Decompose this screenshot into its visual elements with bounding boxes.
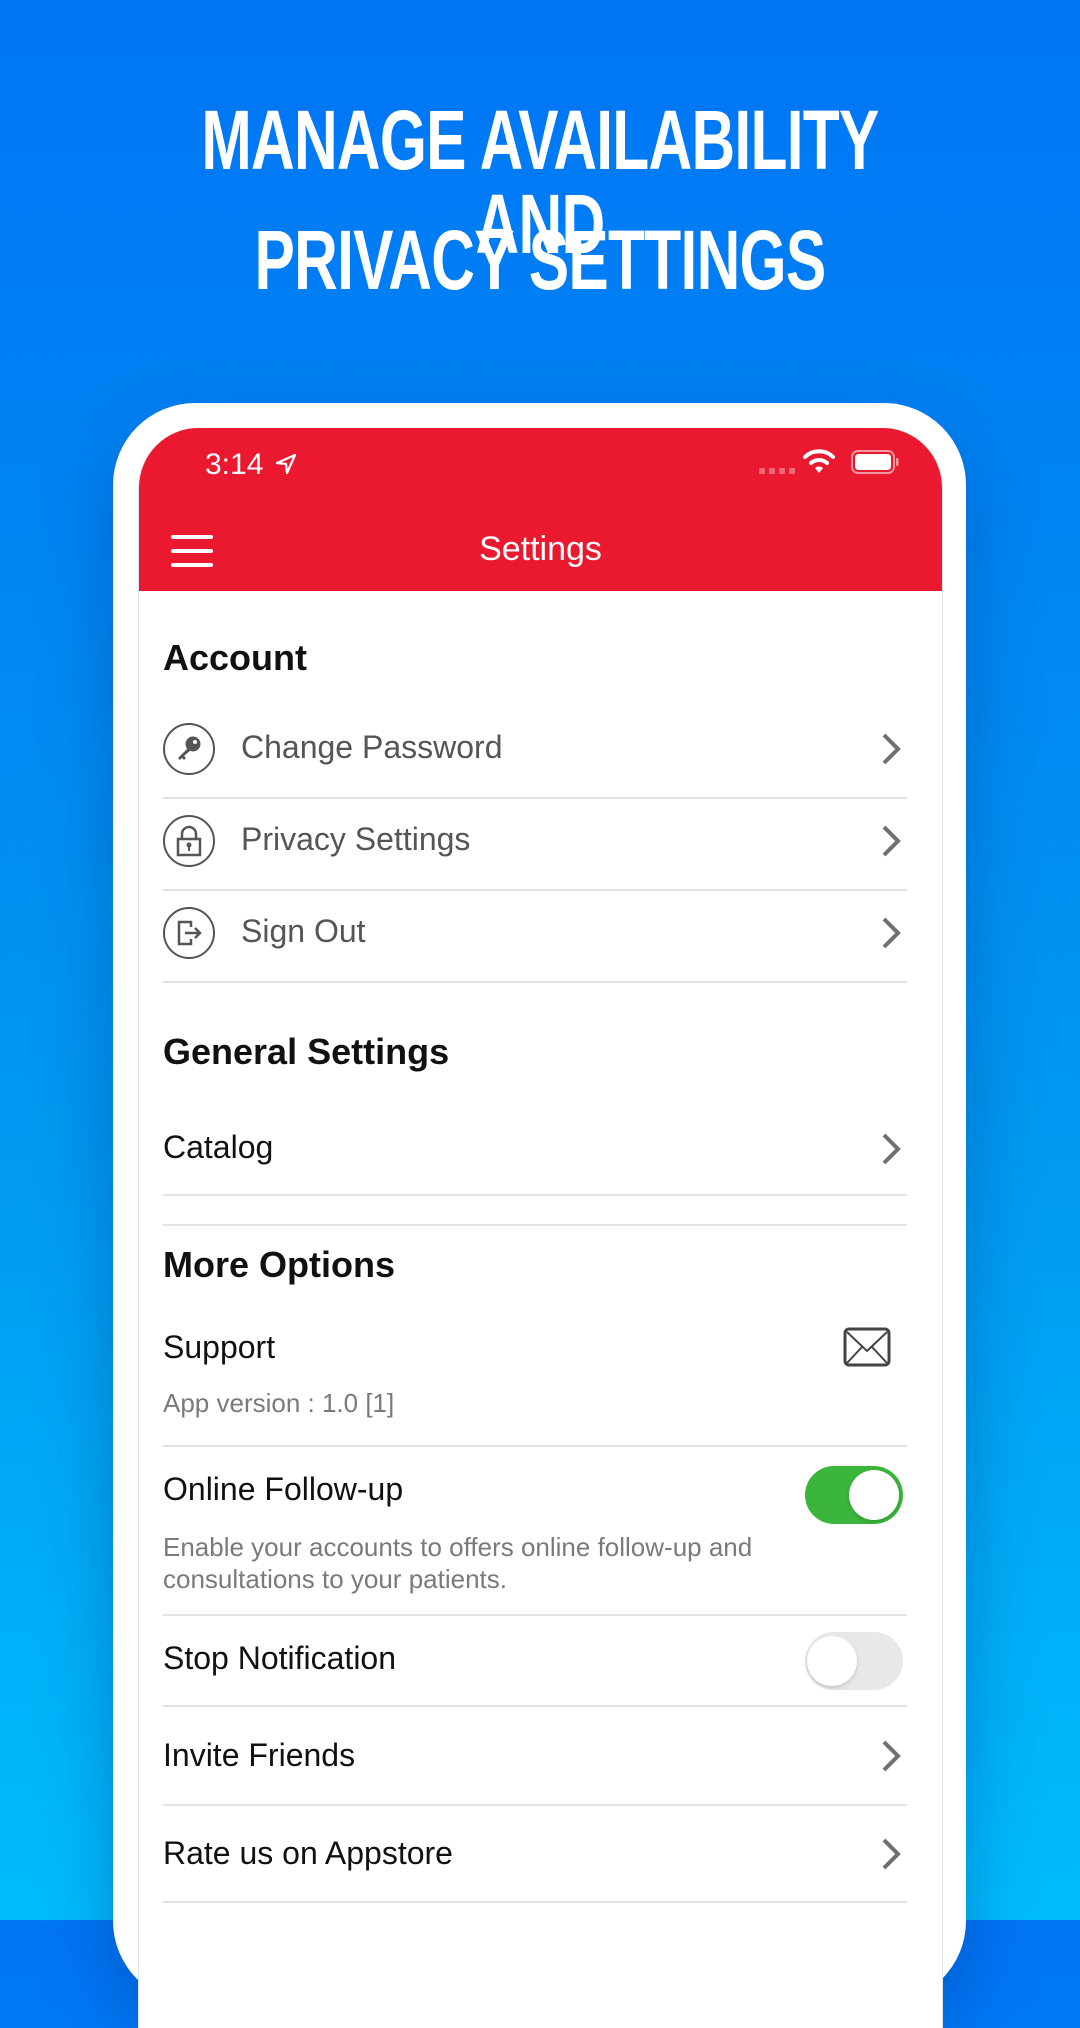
settings-item-label: Sign Out [241, 913, 366, 949]
stop-notification-toggle[interactable] [805, 1632, 903, 1690]
settings-item-label: Rate us on Appstore [163, 1835, 453, 1871]
location-arrow-icon [275, 453, 297, 475]
app-header: 3:14 Settings [139, 428, 942, 591]
toggle-knob [849, 1470, 899, 1520]
divider [163, 1224, 907, 1226]
settings-item-label: Catalog [163, 1129, 274, 1165]
divider [163, 1194, 907, 1196]
signal-icon [759, 468, 795, 474]
divider [163, 889, 907, 891]
settings-item-support[interactable]: Support App version : 1.0 [1] [163, 1311, 907, 1445]
chevron-right-icon [882, 825, 901, 857]
divider [163, 981, 907, 983]
chevron-right-icon [882, 733, 901, 765]
online-followup-description-line-1: Enable your accounts to offers online fo… [163, 1532, 753, 1562]
wifi-icon [803, 449, 835, 473]
settings-item-label: Support [163, 1329, 276, 1365]
settings-item-label: Privacy Settings [241, 821, 471, 857]
section-title-general: General Settings [163, 1031, 450, 1072]
chevron-right-icon [882, 1740, 901, 1772]
lock-icon [163, 815, 215, 867]
phone-frame: 3:14 Settings Account Change Password Pr… [113, 403, 966, 2028]
chevron-right-icon [882, 1838, 901, 1870]
phone-screen: 3:14 Settings Account Change Password Pr… [138, 428, 943, 2028]
settings-item-invite-friends[interactable]: Invite Friends [163, 1707, 907, 1804]
battery-icon [851, 450, 899, 474]
online-followup-toggle[interactable] [805, 1466, 903, 1524]
key-icon [163, 723, 215, 775]
settings-item-online-followup: Online Follow-up Enable your accounts to… [163, 1447, 907, 1615]
settings-item-catalog[interactable]: Catalog [163, 1099, 907, 1195]
sign-out-icon [163, 907, 215, 959]
status-time: 3:14 [205, 448, 264, 481]
section-title-account: Account [163, 637, 307, 678]
settings-item-change-password[interactable]: Change Password [163, 703, 907, 795]
settings-item-label: Change Password [241, 729, 503, 765]
mail-icon[interactable] [843, 1327, 891, 1367]
settings-item-label: Stop Notification [163, 1640, 397, 1676]
settings-item-sign-out[interactable]: Sign Out [163, 887, 907, 979]
online-followup-description-line-2: consultations to your patients. [163, 1564, 507, 1594]
settings-item-label: Invite Friends [163, 1737, 356, 1773]
app-version: App version : 1.0 [1] [163, 1388, 395, 1418]
settings-item-stop-notification: Stop Notification [163, 1616, 907, 1706]
chevron-right-icon [882, 1133, 901, 1165]
page-title: Settings [479, 530, 602, 568]
settings-item-privacy-settings[interactable]: Privacy Settings [163, 795, 907, 887]
chevron-right-icon [882, 917, 901, 949]
divider [163, 797, 907, 799]
settings-item-rate-us[interactable]: Rate us on Appstore [163, 1806, 907, 1902]
settings-item-label: Online Follow-up [163, 1471, 404, 1507]
section-title-more: More Options [163, 1244, 395, 1285]
headline-line-2: PRIVACY SETTINGS [254, 213, 826, 307]
divider [163, 1901, 907, 1903]
toggle-knob [807, 1636, 857, 1686]
